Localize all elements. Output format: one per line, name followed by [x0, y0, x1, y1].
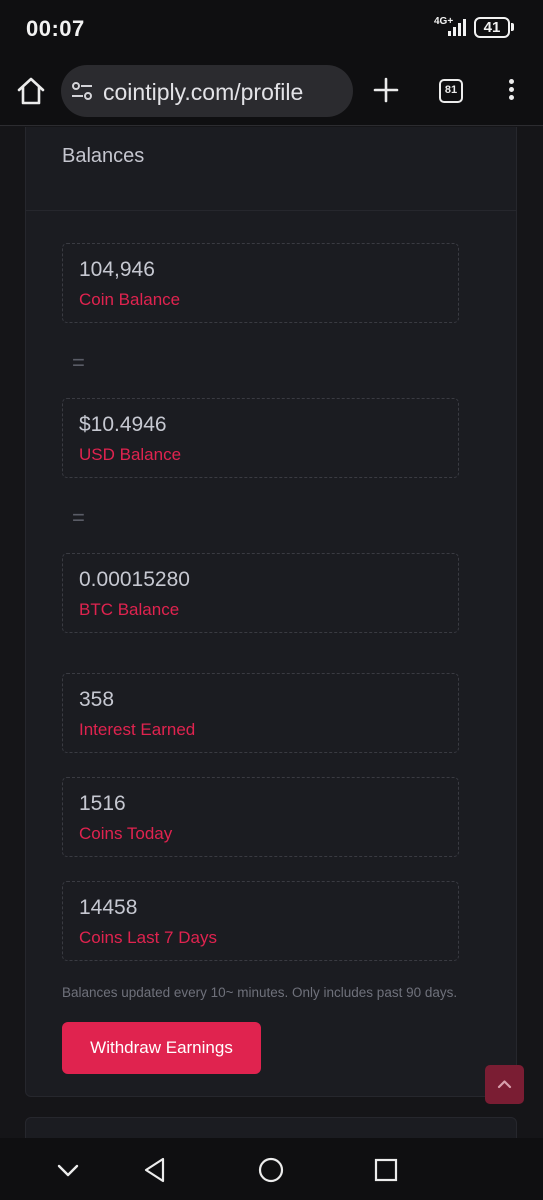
interest-earned-box: 358 Interest Earned [62, 673, 459, 753]
coins-today-label: Coins Today [79, 824, 173, 843]
next-card [25, 1117, 517, 1138]
coin-balance-value: 104,946 [79, 258, 155, 281]
recents-square-icon[interactable] [372, 1156, 400, 1184]
status-bar: 00:07 4G+ 41 [0, 0, 543, 60]
balances-update-note: Balances updated every 10~ minutes. Only… [62, 985, 458, 1000]
coin-balance-label: Coin Balance [79, 290, 181, 309]
signal-icon: 4G+ [434, 16, 468, 38]
url-text[interactable]: cointiply.com/profile [103, 79, 303, 106]
battery-icon: 41 [474, 17, 510, 38]
address-bar[interactable]: cointiply.com/profile [61, 65, 353, 117]
usd-balance-label: USD Balance [79, 445, 182, 464]
page-content: Balances 104,946 Coin Balance = $10.4946… [0, 127, 543, 1138]
status-time: 00:07 [26, 16, 85, 41]
usd-balance-value: $10.4946 [79, 413, 167, 436]
btc-balance-box: 0.00015280 BTC Balance [62, 553, 459, 633]
system-nav-bar [0, 1138, 543, 1200]
interest-earned-label: Interest Earned [79, 720, 196, 739]
home-icon[interactable] [14, 74, 48, 108]
coin-balance-box: 104,946 Coin Balance [62, 243, 459, 323]
network-type: 4G+ [434, 16, 454, 27]
plus-icon[interactable] [372, 76, 400, 104]
usd-balance-box: $10.4946 USD Balance [62, 398, 459, 478]
coins-last-7-days-box: 14458 Coins Last 7 Days [62, 881, 459, 961]
tabs-icon[interactable]: 81 [439, 79, 463, 103]
back-triangle-icon[interactable] [141, 1156, 169, 1184]
card-title: Balances [62, 145, 145, 167]
battery-level: 41 [483, 19, 501, 36]
card-header: Balances [26, 127, 516, 211]
coins-last-7-days-value: 14458 [79, 896, 138, 919]
withdraw-earnings-button[interactable]: Withdraw Earnings [62, 1022, 261, 1074]
coins-today-box: 1516 Coins Today [62, 777, 459, 857]
chevron-up-icon [497, 1080, 512, 1089]
btc-balance-label: BTC Balance [79, 600, 180, 619]
equals-sign: = [72, 505, 85, 530]
chevron-down-icon[interactable] [54, 1156, 82, 1184]
tab-count: 81 [444, 84, 458, 96]
coins-last-7-days-label: Coins Last 7 Days [79, 928, 217, 947]
equals-sign: = [72, 350, 85, 375]
interest-earned-value: 358 [79, 688, 115, 711]
browser-toolbar: cointiply.com/profile 81 [0, 60, 543, 126]
more-vert-icon[interactable] [502, 76, 522, 104]
btc-balance-value: 0.00015280 [79, 568, 190, 591]
tune-icon[interactable] [71, 81, 93, 101]
scroll-to-top-button[interactable] [485, 1065, 524, 1104]
home-circle-icon[interactable] [257, 1156, 285, 1184]
balances-card: Balances 104,946 Coin Balance = $10.4946… [25, 127, 517, 1097]
coins-today-value: 1516 [79, 792, 126, 815]
